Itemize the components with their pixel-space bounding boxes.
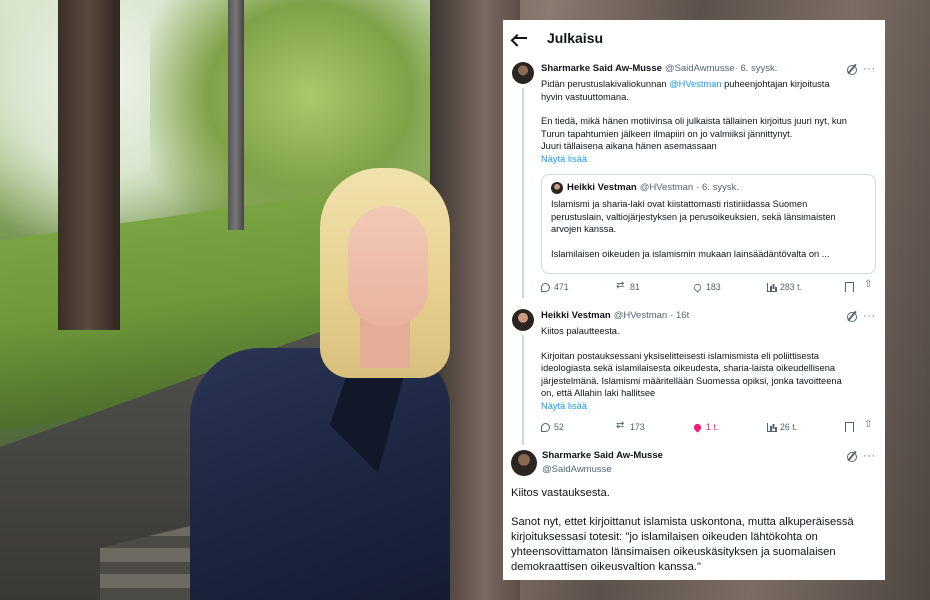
more-options-icon[interactable]: ··· — [863, 451, 876, 462]
views-icon — [767, 282, 776, 292]
text-line: Kirjoitan postauksessani yksiselitteises… — [541, 350, 819, 361]
show-more-link[interactable]: Näytä lisää — [541, 400, 875, 413]
navy-jacket — [190, 348, 450, 600]
page-title: Julkaisu — [547, 30, 604, 46]
text-line: Islamismi ja sharia-laki ovat kiistattom… — [551, 199, 808, 209]
text-line: Turun tapahtumien jälkeen ilmapiiri on j… — [541, 128, 793, 139]
share-icon — [864, 279, 874, 291]
quoted-post[interactable]: Heikki Vestman @HVestman · 6. syysk. Isl… — [541, 174, 876, 274]
author-handle: @HVestman — [639, 182, 694, 193]
views-button[interactable]: 283 t. — [767, 282, 802, 292]
author-name: Heikki Vestman — [567, 182, 637, 193]
action-bar: 52 173 1 t. 26 t. — [541, 419, 876, 436]
reply-button[interactable]: 471 — [541, 282, 569, 292]
action-bar: 471 81 183 283 t. — [541, 279, 876, 296]
avatar[interactable] — [511, 450, 537, 476]
repost-icon — [616, 420, 626, 432]
reply-button[interactable]: 52 — [541, 422, 564, 432]
tree-trunk — [58, 0, 120, 330]
text-line: yhteensovittamaton länsimaisen oikeuskäs… — [511, 546, 836, 558]
text-line: on, että Allahin laki hallitsee — [541, 388, 656, 398]
quote-text: Islamismi ja sharia-laki ovat kiistattom… — [551, 198, 866, 260]
repost-button[interactable]: 173 — [616, 420, 645, 433]
like-count: 1 t. — [706, 422, 719, 432]
post-3-text: Kiitos vastauksesta. Sanot nyt, ettet ki… — [511, 486, 854, 575]
post-text: Pidän perustuslakivaliokunnan @HVestman … — [541, 78, 875, 165]
like-button[interactable]: 183 — [692, 281, 721, 293]
text-line: Sanot nyt, ettet kirjoittanut islamista … — [511, 516, 854, 528]
text-line: puheenjohtajan kirjoitusta — [721, 79, 830, 89]
author-name[interactable]: Sharmarke Said Aw-Musse — [542, 450, 663, 462]
author-name[interactable]: Heikki Vestman — [541, 310, 611, 322]
text-line: Pidän perustuslakivaliokunnan — [541, 79, 670, 89]
face — [348, 206, 428, 326]
text-line: Kiitos vastauksesta. — [511, 487, 610, 499]
text-line: järjestelmänä. Islamismi määritellään Su… — [541, 375, 842, 386]
repost-count: 173 — [630, 422, 645, 432]
reply-icon — [541, 422, 550, 432]
author-handle-row: @SaidAwmusse — [542, 464, 666, 476]
reply-count: 52 — [554, 422, 564, 432]
views-icon — [767, 422, 776, 432]
grok-icon[interactable] — [847, 312, 857, 322]
like-button[interactable]: 1 t. — [692, 421, 719, 433]
author-handle[interactable]: @HVestman — [614, 310, 667, 322]
author-handle[interactable]: @SaidAwmusse — [665, 63, 735, 75]
post-meta: Heikki Vestman @HVestman · 16t — [541, 310, 875, 322]
woman-portrait — [190, 168, 460, 600]
author-name[interactable]: Sharmarke Said Aw-Musse — [541, 63, 662, 75]
text-line: En tiedä, mikä hänen motiivinsa oli julk… — [541, 116, 847, 126]
repost-icon — [616, 280, 626, 292]
more-options-icon[interactable]: ··· — [863, 64, 876, 75]
views-count: 26 t. — [780, 422, 798, 432]
back-arrow-icon[interactable] — [513, 30, 529, 46]
more-options-icon[interactable]: ··· — [863, 311, 876, 322]
grok-icon[interactable] — [847, 452, 857, 462]
repost-button[interactable]: 81 — [616, 280, 640, 293]
post-2: Heikki Vestman @HVestman · 16t Kiitos pa… — [503, 310, 885, 412]
post-text: Kiitos palautteesta. Kirjoitan postaukse… — [541, 325, 875, 412]
show-more-link[interactable]: Näytä lisää — [541, 153, 875, 166]
grok-icon[interactable] — [847, 65, 857, 75]
share-button[interactable] — [864, 419, 874, 431]
text-line: Kiitos palautteesta. — [541, 326, 620, 336]
views-count: 283 t. — [780, 282, 803, 292]
heart-icon — [692, 281, 703, 293]
post-date: · 6. syysk. — [696, 182, 739, 193]
post-thread-card: Julkaisu Sharmarke Said Aw-Musse @SaidAw… — [503, 20, 885, 580]
reply-count: 471 — [554, 282, 569, 292]
quote-meta: Heikki Vestman @HVestman · 6. syysk. — [551, 182, 866, 194]
post-1: Sharmarke Said Aw-Musse @SaidAwmusse · 6… — [503, 63, 885, 165]
text-line: Islamilaisen oikeuden ja islamismin muka… — [551, 248, 830, 259]
bookmark-button[interactable] — [845, 422, 854, 432]
post-3-meta: Sharmarke Said Aw-Musse @SaidAwmusse — [542, 450, 666, 476]
bookmark-icon — [845, 282, 854, 292]
text-line: kirjoituksessasi totesit: "jo islamilais… — [511, 531, 818, 543]
bookmark-button[interactable] — [845, 282, 854, 292]
like-count: 183 — [706, 282, 721, 292]
text-line: arvojen kanssa. — [551, 224, 617, 234]
share-button[interactable] — [864, 279, 874, 291]
author-name-row: Sharmarke Said Aw-Musse — [542, 450, 666, 462]
text-line: perustuslain, valtiojärjestyksen ja peru… — [551, 211, 836, 222]
views-button[interactable]: 26 t. — [767, 422, 797, 432]
reply-icon — [541, 282, 550, 292]
repost-count: 81 — [630, 282, 640, 292]
heart-icon — [692, 421, 703, 433]
post-meta: Sharmarke Said Aw-Musse @SaidAwmusse · 6… — [541, 63, 875, 75]
text-line: hyvin vastuuttomana. — [541, 91, 629, 102]
avatar — [551, 182, 563, 194]
text-line: demokraattisen oikeusvaltion kanssa." — [511, 561, 701, 573]
share-icon — [864, 419, 874, 431]
thread-header: Julkaisu — [503, 20, 885, 56]
text-line: Juuri tällaisena aikana hänen asemassaan — [541, 141, 717, 151]
author-handle[interactable]: @SaidAwmusse — [542, 464, 612, 476]
post-date[interactable]: · 16t — [670, 310, 689, 322]
text-line: ideologiasta sekä islamilaisesta oikeude… — [541, 363, 836, 373]
post-date[interactable]: · 6. syysk. — [735, 63, 778, 75]
mention-link[interactable]: @HVestman — [669, 79, 721, 89]
bookmark-icon — [845, 422, 854, 432]
